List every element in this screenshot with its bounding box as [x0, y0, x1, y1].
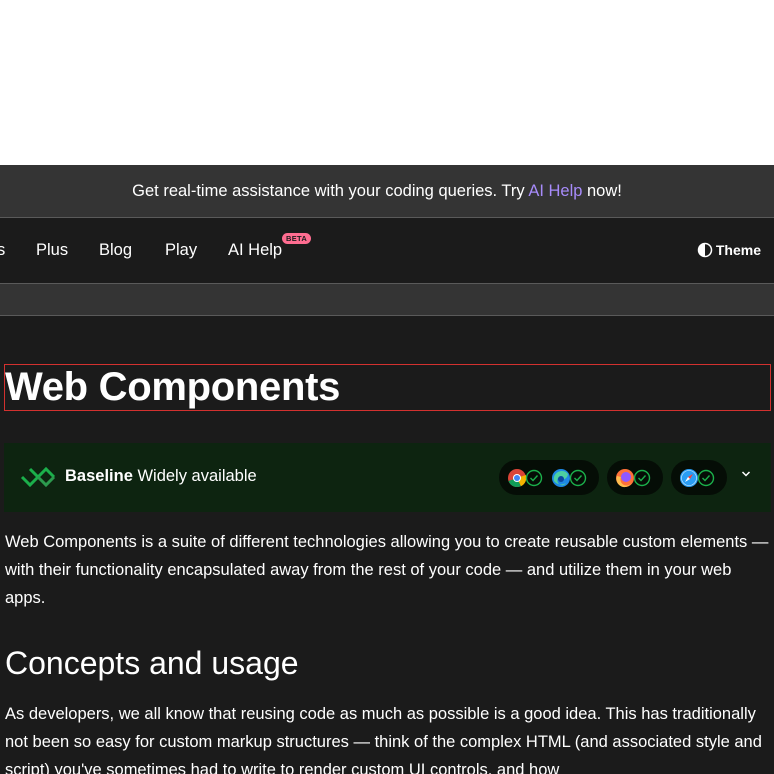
browser-pill-safari[interactable] [671, 460, 727, 495]
check-circle-icon [569, 469, 587, 486]
baseline-check-icon [20, 467, 56, 487]
section-heading: Concepts and usage [5, 645, 299, 681]
firefox-icon [616, 468, 634, 487]
article-content: Web Components Baseline Widely available [0, 316, 774, 774]
chrome-icon [508, 468, 527, 487]
section-paragraph: As developers, we all know that reusing … [5, 705, 762, 774]
check-circle-icon [633, 469, 651, 486]
nav-item-plus[interactable]: Plus [36, 241, 68, 260]
beta-badge: BETA [282, 233, 312, 244]
check-circle-icon [697, 469, 715, 486]
intro-paragraph: Web Components is a suite of different t… [5, 533, 769, 607]
browser-pill-chrome-edge[interactable] [499, 460, 599, 495]
blank-area [0, 0, 774, 165]
edge-icon [552, 468, 570, 487]
banner-text-end: now! [582, 181, 622, 200]
page-title: Web Components [5, 365, 341, 409]
banner-text: Get real-time assistance with your codin… [132, 181, 529, 200]
breadcrumb-bar [0, 284, 774, 316]
ai-help-banner-link[interactable]: AI Help [528, 182, 582, 200]
browser-pill-firefox[interactable] [607, 460, 663, 495]
nav-item-partial[interactable]: s [0, 241, 5, 260]
baseline-label: Baseline [65, 467, 133, 485]
nav-item-play[interactable]: Play [165, 241, 197, 260]
top-navigation: s Plus Blog Play AI Help BETA Theme [0, 218, 774, 284]
baseline-status: Widely available [137, 467, 257, 485]
chevron-down-icon[interactable] [741, 470, 751, 478]
check-circle-icon [525, 469, 543, 486]
safari-icon [680, 468, 698, 487]
nav-item-blog[interactable]: Blog [99, 241, 132, 260]
theme-label: Theme [715, 242, 761, 258]
baseline-banner[interactable]: Baseline Widely available [4, 443, 771, 512]
theme-icon [697, 242, 713, 258]
nav-item-ai-help-label: AI Help [228, 241, 283, 259]
theme-switcher-button[interactable]: Theme [697, 242, 761, 258]
nav-item-ai-help[interactable]: AI Help BETA [228, 233, 312, 260]
ai-help-banner: Get real-time assistance with your codin… [0, 165, 774, 218]
baseline-text: Baseline Widely available [65, 467, 257, 486]
